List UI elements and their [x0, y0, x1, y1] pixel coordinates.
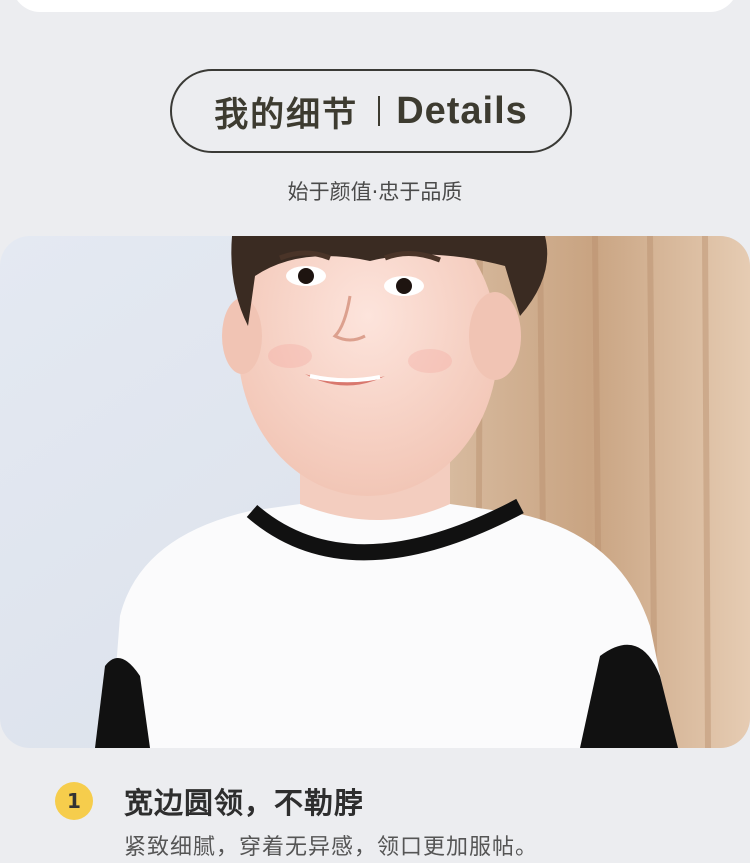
title-zh: 我的细节: [214, 94, 359, 135]
product-photo: [0, 236, 750, 748]
section-title-badge: 我的细节 Details: [170, 69, 572, 153]
top-card: [12, 0, 738, 12]
feature-number-badge: 1: [55, 782, 93, 820]
feature-description: 紧致细腻，穿着无异感，领口更加服帖。: [124, 835, 539, 860]
title-divider: [378, 96, 381, 126]
title-en: Details: [396, 89, 528, 132]
feature-title: 宽边圆领，不勒脖: [124, 786, 365, 820]
tagline: 始于颜值·忠于品质: [287, 180, 463, 204]
